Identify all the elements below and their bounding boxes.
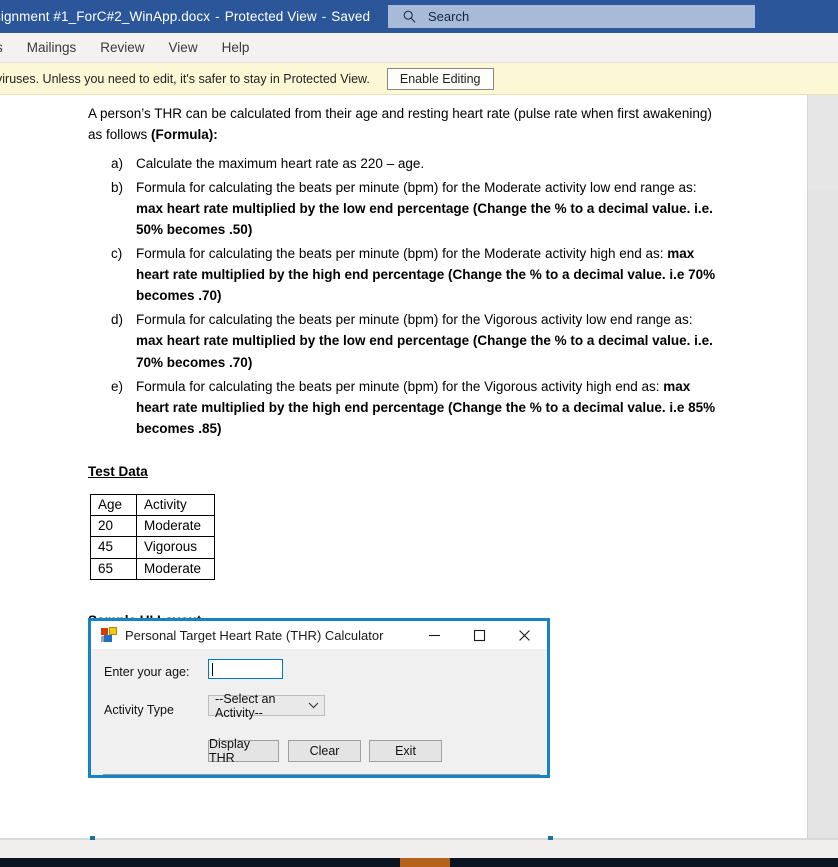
list-item: Formula for calculating the beats per mi…	[111, 243, 718, 306]
test-data-heading: Test Data	[88, 463, 148, 479]
display-thr-button[interactable]: Display THR	[208, 737, 279, 765]
ribbon-tab-strip: s Mailings Review View Help	[0, 33, 838, 63]
test-data-cell-activity: Moderate	[136, 557, 215, 580]
protected-view-banner: viruses. Unless you need to edit, it's s…	[0, 63, 838, 95]
step-b-plain: Formula for calculating the beats per mi…	[136, 180, 697, 196]
step-e-plain: Formula for calculating the beats per mi…	[136, 378, 664, 394]
search-icon	[402, 9, 417, 24]
status-bar	[0, 840, 838, 858]
step-d-bold: max heart rate multiplied by the low end…	[136, 333, 713, 370]
test-data-cell-age: 20	[90, 515, 137, 538]
mock-title-bar: Personal Target Heart Rate (THR) Calcula…	[91, 621, 547, 649]
document-page: A person’s THR can be calculated from th…	[0, 95, 807, 840]
grid-column-activity-type[interactable]: Activity Type	[260, 775, 353, 778]
thr-calculator-mock-window: Personal Target Heart Rate (THR) Calcula…	[88, 618, 550, 778]
formula-steps-list: Calculate the maximum heart rate as 220 …	[88, 153, 718, 439]
intro-paragraph: A person’s THR can be calculated from th…	[88, 103, 718, 145]
step-b-bold: max heart rate multiplied by the low end…	[136, 201, 713, 238]
step-c-plain: Formula for calculating the beats per mi…	[136, 246, 668, 262]
list-item: Formula for calculating the beats per mi…	[111, 309, 718, 372]
table-row: 45 Vigorous	[90, 536, 215, 559]
grid-column-filler	[503, 775, 539, 778]
title-separator-2: -	[321, 9, 327, 24]
document-right-gutter	[807, 190, 838, 840]
test-data-cell-age: 45	[90, 536, 137, 559]
grid-column-target-heart-rate-zone[interactable]: Target Heart Rate Zone	[353, 775, 503, 778]
ribbon-tab-review[interactable]: Review	[88, 33, 156, 63]
clear-button[interactable]: Clear	[288, 740, 361, 762]
table-row: Age Activity	[90, 493, 215, 517]
ribbon-tab-mailings[interactable]: Mailings	[15, 33, 89, 63]
ribbon-tab-partial[interactable]: s	[0, 33, 15, 63]
list-item: Calculate the maximum heart rate as 220 …	[111, 153, 718, 174]
text-caret	[212, 662, 213, 676]
taskbar-active-app-indicator[interactable]	[400, 858, 450, 867]
document-title-text: signment #1_ForC#2_WinApp.docx	[0, 9, 211, 24]
document-title: signment #1_ForC#2_WinApp.docx - Protected…	[0, 9, 370, 24]
results-grid-header-row: Age Max Heart Rate Activity Type Target …	[104, 775, 539, 778]
age-input[interactable]	[208, 659, 283, 679]
table-row: 65 Moderate	[90, 557, 215, 580]
test-data-col-age: Age	[90, 493, 137, 517]
intro-line-2-bold: (Formula):	[151, 127, 218, 143]
protected-view-message: viruses. Unless you need to edit, it's s…	[0, 71, 370, 86]
intro-line-2-plain: as follows	[88, 127, 152, 143]
document-canvas: A person’s THR can be calculated from th…	[0, 95, 838, 840]
exit-button[interactable]: Exit	[369, 740, 442, 762]
activity-type-label: Activity Type	[104, 703, 174, 717]
intro-line-1: A person’s THR can be calculated from th…	[88, 106, 712, 121]
grid-column-max-heart-rate[interactable]: Max Heart Rate	[166, 775, 260, 778]
title-bar: signment #1_ForC#2_WinApp.docx - Protected…	[0, 0, 838, 33]
activity-type-selected-value: --Select an Activity--	[215, 691, 276, 720]
results-data-grid[interactable]: Age Max Heart Rate Activity Type Target …	[103, 774, 540, 778]
test-data-cell-activity: Moderate	[136, 515, 215, 538]
test-data-col-activity: Activity	[136, 493, 215, 517]
list-item: Formula for calculating the beats per mi…	[111, 177, 718, 240]
list-item: Formula for calculating the beats per mi…	[111, 376, 718, 439]
step-d-plain: Formula for calculating the beats per mi…	[136, 312, 693, 328]
ribbon-tab-help[interactable]: Help	[210, 33, 262, 63]
test-data-table: Age Activity 20 Moderate 45 Vigorous 65 …	[90, 493, 215, 580]
age-field-label: Enter your age:	[104, 665, 190, 679]
document-content: A person’s THR can be calculated from th…	[88, 103, 718, 649]
mock-window-body: Enter your age: Activity Type --Select a…	[91, 649, 547, 778]
ribbon-tab-view[interactable]: View	[157, 33, 210, 63]
winforms-app-icon	[101, 627, 117, 643]
step-a-plain: Calculate the maximum heart rate as 220 …	[136, 156, 425, 172]
title-separator-1: -	[215, 9, 220, 24]
enable-editing-button[interactable]: Enable Editing	[386, 67, 494, 90]
activity-type-dropdown[interactable]: --Select an Activity--	[208, 692, 325, 720]
table-row: 20 Moderate	[90, 515, 215, 538]
mock-window-controls	[412, 621, 547, 649]
chevron-down-icon	[308, 701, 319, 711]
test-data-cell-activity: Vigorous	[136, 536, 215, 559]
mock-window-title: Personal Target Heart Rate (THR) Calcula…	[125, 627, 384, 643]
grid-column-age[interactable]: Age	[104, 775, 166, 778]
search-input[interactable]: Search	[388, 5, 755, 28]
word-protected-view-window: signment #1_ForC#2_WinApp.docx - Protected…	[0, 0, 838, 867]
minimize-icon[interactable]	[412, 621, 457, 649]
test-data-cell-age: 65	[90, 557, 137, 580]
search-placeholder: Search	[428, 9, 470, 24]
maximize-icon[interactable]	[457, 621, 502, 649]
close-icon[interactable]	[502, 621, 547, 649]
saved-indicator: Saved	[331, 9, 371, 24]
protected-view-indicator: Protected View	[224, 9, 317, 24]
